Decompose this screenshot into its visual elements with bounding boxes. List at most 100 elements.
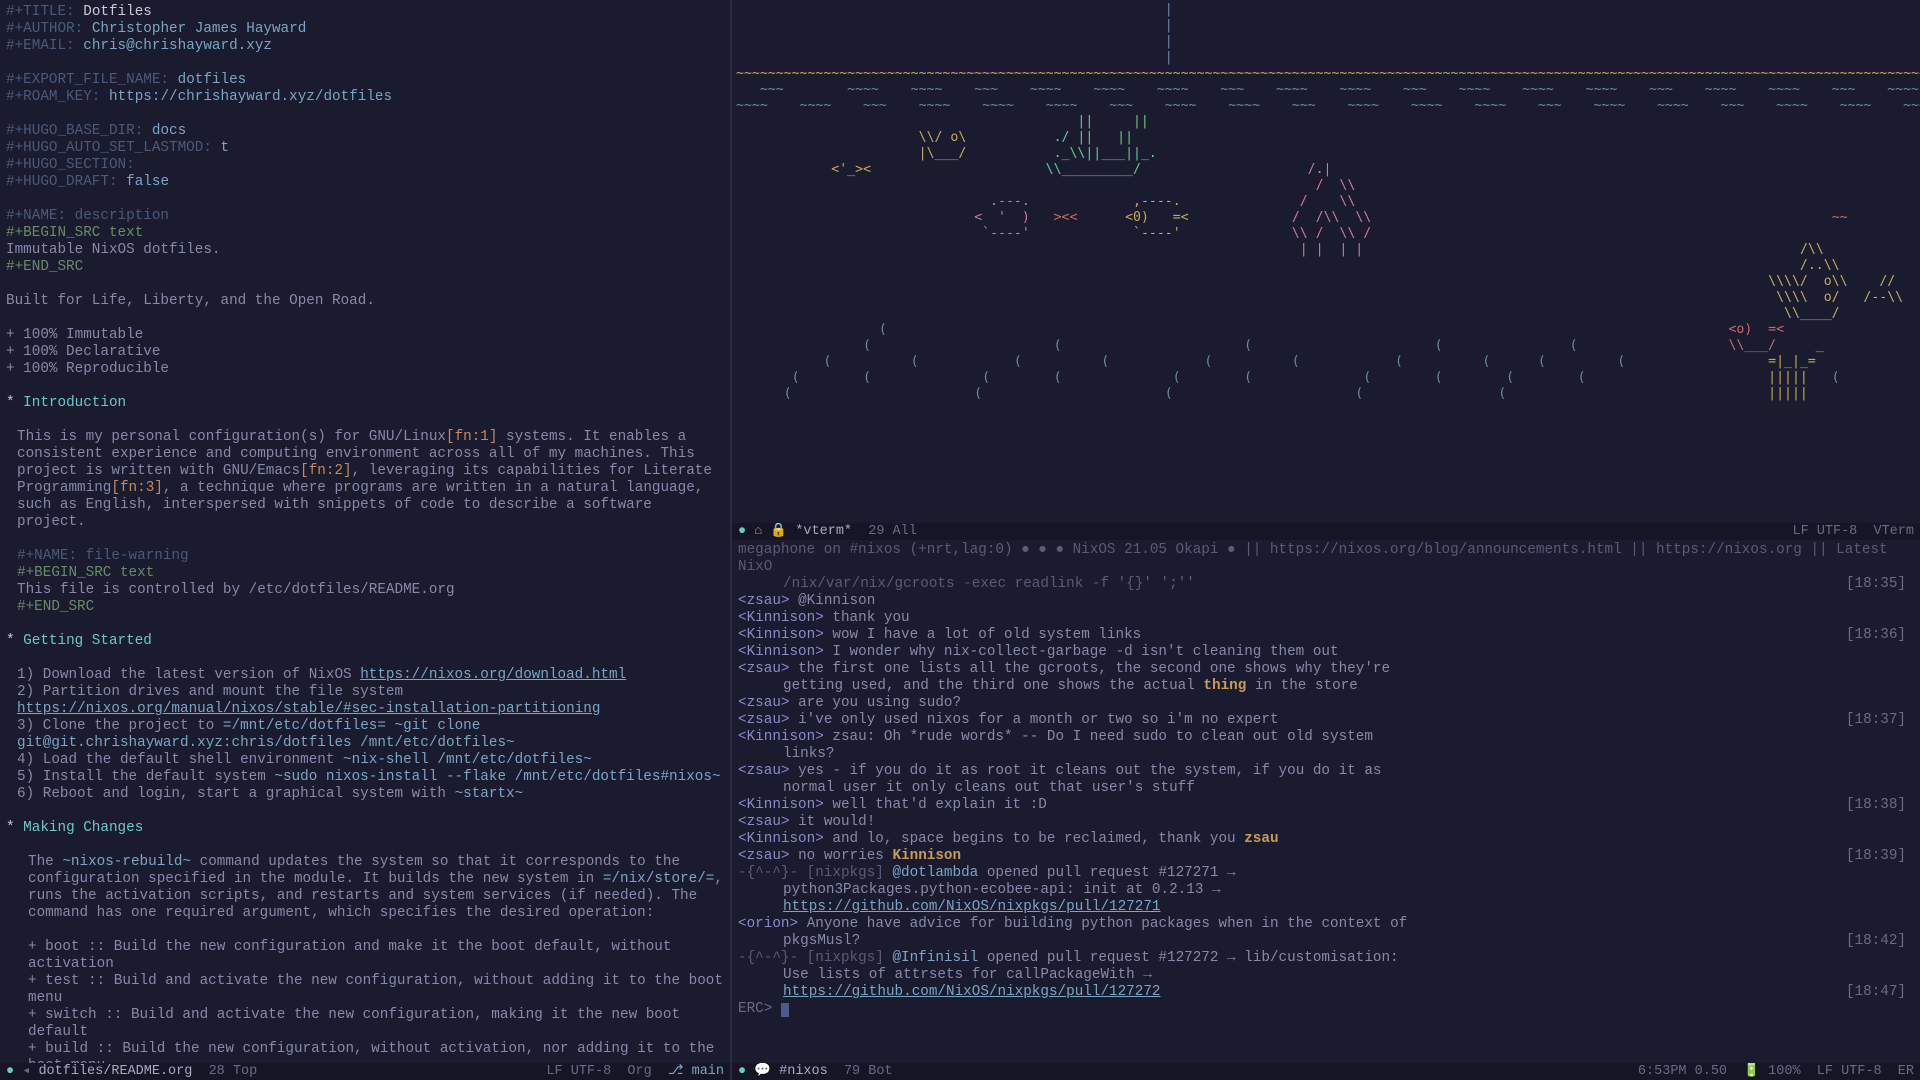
- irc-timestamp: [18:42]: [1846, 933, 1914, 950]
- irc-message: <zsau> @Kinnison: [738, 593, 1914, 610]
- meta-key: #+HUGO_BASE_DIR:: [6, 123, 143, 139]
- buffer-name[interactable]: dotfiles/README.org: [38, 1063, 192, 1080]
- inline-code: ~startx~: [455, 786, 524, 802]
- list-item: 4) Load the default shell environment: [17, 752, 343, 768]
- major-mode[interactable]: ER: [1898, 1063, 1914, 1080]
- heading-getting-started[interactable]: Getting Started: [23, 633, 152, 649]
- meta-key: #+HUGO_SECTION:: [6, 157, 135, 173]
- irc-message: <Kinnison> zsau: Oh *rude words* -- Do I…: [738, 729, 1914, 746]
- ascii-art: | | | | ~~~~~~~~~~~~~~~~~~~~~~~~~~~~~~: [736, 2, 1916, 402]
- irc-input[interactable]: ERC>: [738, 1001, 1914, 1018]
- irc-message: <Kinnison> and lo, space begins to be re…: [738, 831, 1914, 848]
- inline-code: ~sudo nixos-install --flake /mnt/etc/dot…: [274, 769, 720, 785]
- back-icon[interactable]: ◂: [22, 1063, 38, 1080]
- meta-val: docs: [152, 123, 186, 139]
- list-item: + test :: Build and activate the new con…: [6, 973, 724, 1007]
- irc-message: <zsau> are you using sudo?: [738, 695, 1914, 712]
- position-indicator: 28 Top: [209, 1063, 258, 1080]
- modeline-vterm[interactable]: ● ⌂ 🔒 *vterm* 29 All LF UTF-8 VTerm: [732, 523, 1920, 540]
- irc-timestamp: [18:37]: [1846, 712, 1914, 729]
- meta-val: false: [126, 174, 169, 190]
- inline-code: ~nix-shell /mnt/etc/dotfiles~: [343, 752, 592, 768]
- irc-message: <zsau> the first one lists all the gcroo…: [738, 661, 1914, 678]
- encoding: LF UTF-8: [546, 1063, 611, 1080]
- irc-nick: <zsau>: [738, 814, 789, 830]
- footnote-ref[interactable]: [fn:2]: [300, 463, 351, 479]
- link[interactable]: https://nixos.org/manual/nixos/stable/#s…: [17, 701, 600, 717]
- irc-buffer[interactable]: megaphone on #nixos (+nrt,lag:0) ● ● ● N…: [732, 540, 1920, 1063]
- position-indicator: 29 All: [868, 523, 917, 540]
- irc-link[interactable]: https://github.com/NixOS/nixpkgs/pull/12…: [738, 984, 1914, 1001]
- inline-code: =/mnt/etc/dotfiles=: [223, 718, 386, 734]
- modeline-irc[interactable]: ● 💬 #nixos 79 Bot 6:53PM 0.50 🔋 100% LF …: [732, 1063, 1920, 1080]
- dot-icon: ●: [6, 1063, 22, 1080]
- src-name: #+NAME: description: [6, 208, 169, 224]
- git-branch[interactable]: main: [692, 1063, 724, 1080]
- irc-link[interactable]: https://github.com/NixOS/nixpkgs/pull/12…: [738, 899, 1914, 916]
- link[interactable]: https://nixos.org/download.html: [360, 667, 626, 683]
- irc-nick: <zsau>: [738, 712, 789, 728]
- dot-icon: ●: [738, 523, 754, 540]
- list-item: 5) Install the default system: [17, 769, 274, 785]
- meta-key: #+TITLE:: [6, 4, 75, 20]
- irc-topic: megaphone on #nixos (+nrt,lag:0) ● ● ● N…: [738, 542, 1914, 576]
- irc-nick: <zsau>: [738, 695, 789, 711]
- doc-title: Dotfiles: [83, 4, 152, 20]
- irc-system-msg: -{^-^}- [nixpkgs] @Infinisil opened pull…: [738, 950, 1914, 967]
- heading-intro[interactable]: Introduction: [23, 395, 126, 411]
- major-mode[interactable]: Org: [627, 1063, 651, 1080]
- irc-nick: <zsau>: [738, 661, 789, 677]
- org-buffer[interactable]: #+TITLE: Dotfiles #+AUTHOR: Christopher …: [0, 0, 730, 1080]
- irc-nick: <Kinnison>: [738, 627, 824, 643]
- irc-nick: <Kinnison>: [738, 610, 824, 626]
- footnote-ref[interactable]: [fn:3]: [111, 480, 162, 496]
- modeline-left[interactable]: ● ◂ dotfiles/README.org 28 Top LF UTF-8 …: [0, 1063, 730, 1080]
- irc-topic: /nix/var/nix/gcroots -exec readlink -f '…: [738, 576, 1914, 593]
- heading-bullet: *: [6, 395, 23, 411]
- list-item: 2) Partition drives and mount the file s…: [17, 684, 412, 700]
- irc-message: getting used, and the third one shows th…: [738, 678, 1914, 695]
- heading-bullet: *: [6, 633, 23, 649]
- buffer-name[interactable]: #nixos: [779, 1063, 828, 1080]
- heading-making-changes[interactable]: Making Changes: [23, 820, 143, 836]
- tagline: Built for Life, Liberty, and the Open Ro…: [6, 293, 724, 310]
- irc-message: links?: [738, 746, 1914, 763]
- doc-email: chris@chrishayward.xyz: [83, 38, 272, 54]
- clock: 6:53PM 0.50: [1638, 1063, 1727, 1080]
- irc-timestamp: [18:47]: [1846, 984, 1914, 1001]
- irc-message: <zsau> yes - if you do it as root it cle…: [738, 763, 1914, 780]
- intro-paragraph: This is my personal configuration(s) for…: [6, 429, 724, 531]
- irc-nick: <Kinnison>: [738, 729, 824, 745]
- list-item: 6) Reboot and login, start a graphical s…: [17, 786, 455, 802]
- buffer-name[interactable]: *vterm*: [795, 523, 852, 540]
- position-indicator: 79 Bot: [844, 1063, 893, 1080]
- irc-message: <zsau> it would!: [738, 814, 1914, 831]
- irc-timestamp: [18:36]: [1846, 627, 1914, 644]
- lock-icon: ⌂ 🔒: [754, 523, 795, 540]
- meta-val: t: [221, 140, 230, 156]
- irc-nick: <orion>: [738, 916, 798, 932]
- doc-author: Christopher James Hayward: [92, 21, 307, 37]
- irc-message: pkgsMusl?: [783, 933, 860, 949]
- irc-message: <Kinnison> wow I have a lot of old syste…: [738, 627, 1914, 644]
- major-mode[interactable]: VTerm: [1873, 523, 1914, 540]
- battery-pct: 100%: [1768, 1063, 1800, 1080]
- vterm-buffer[interactable]: | | | | ~~~~~~~~~~~~~~~~~~~~~~~~~~~~~~: [732, 0, 1920, 523]
- encoding: LF UTF-8: [1817, 1063, 1882, 1080]
- list-item: + switch :: Build and activate the new c…: [6, 1007, 724, 1041]
- irc-nick: <zsau>: [738, 848, 789, 864]
- meta-key: #+EXPORT_FILE_NAME:: [6, 72, 169, 88]
- irc-system-msg: Use lists of attrsets for callPackageWit…: [738, 967, 1914, 984]
- footnote-ref[interactable]: [fn:1]: [446, 429, 497, 445]
- irc-nick: <zsau>: [738, 593, 789, 609]
- begin-src: #+BEGIN_SRC text: [17, 565, 154, 581]
- heading-bullet: *: [6, 820, 23, 836]
- list-item: + 100% Declarative: [6, 344, 724, 361]
- irc-nick: <Kinnison>: [738, 831, 824, 847]
- irc-system-msg: python3Packages.python-ecobee-api: init …: [738, 882, 1914, 899]
- irc-timestamp: [18:38]: [1846, 797, 1914, 814]
- battery-icon: 🔋: [1743, 1063, 1768, 1080]
- irc-message: <Kinnison> well that'd explain it :D[18:…: [738, 797, 1914, 814]
- branch-icon: ⎇: [668, 1063, 692, 1080]
- irc-timestamp: [18:39]: [1846, 848, 1914, 865]
